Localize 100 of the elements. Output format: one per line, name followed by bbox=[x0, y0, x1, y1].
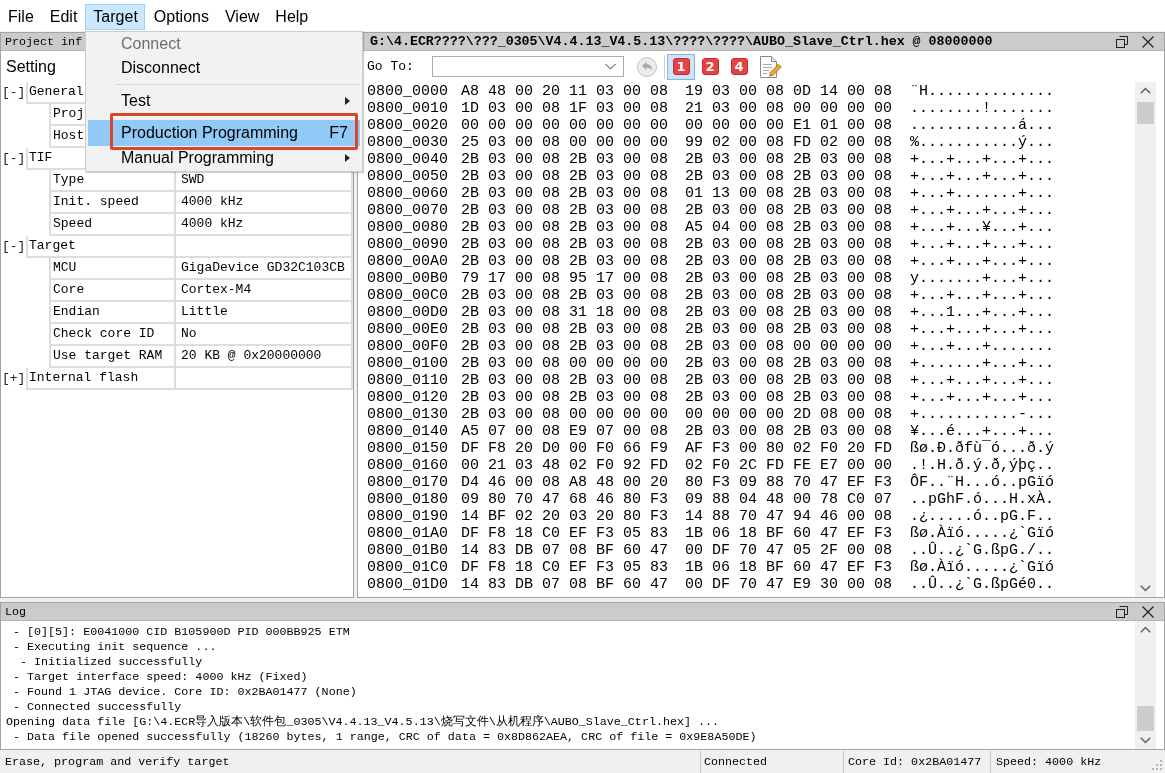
scrollbar-thumb[interactable] bbox=[1137, 706, 1154, 731]
vertical-scrollbar[interactable] bbox=[1135, 82, 1156, 597]
ascii-text: +...+...+...+... bbox=[910, 236, 1055, 253]
hex-bytes: 14 BF 02 20 03 20 80 F3 bbox=[461, 508, 670, 525]
hex-bytes: 21 03 00 08 00 00 00 00 bbox=[685, 100, 894, 117]
vertical-scrollbar[interactable] bbox=[1135, 621, 1156, 749]
hex-bytes: 2B 03 00 08 2B 03 00 08 bbox=[685, 151, 894, 168]
restore-icon[interactable] bbox=[1116, 605, 1128, 618]
hex-bytes: 25 03 00 08 00 00 00 00 bbox=[461, 134, 670, 151]
hex-bytes: 99 02 00 08 FD 02 00 08 bbox=[685, 134, 894, 151]
property-value: GigaDevice GD32C103CB bbox=[180, 259, 345, 277]
ascii-text: ßø.Àïó.....¿`Gïó bbox=[910, 525, 1055, 542]
hex-address: 0800_0140 bbox=[367, 423, 449, 440]
menu-item[interactable]: Target bbox=[85, 4, 145, 30]
caret-right-icon bbox=[345, 154, 350, 162]
hex-bytes: 00 DF 70 47 05 2F 00 08 bbox=[685, 542, 894, 559]
hex-address: 0800_0190 bbox=[367, 508, 449, 525]
hex-bytes: 2B 03 00 08 2B 03 00 08 bbox=[461, 287, 670, 304]
expand-toggle[interactable]: [-] bbox=[1, 82, 26, 104]
menu-item[interactable]: File bbox=[0, 4, 41, 30]
ascii-text: +...+...+...+... bbox=[910, 287, 1055, 304]
property-name: Check core ID bbox=[53, 326, 155, 341]
ascii-text: ¨H.............. bbox=[910, 83, 1055, 100]
ascii-text: +.......+...+... bbox=[910, 355, 1055, 372]
hex-address: 0800_0010 bbox=[367, 100, 449, 117]
chevron-up-icon[interactable] bbox=[1140, 626, 1151, 633]
ascii-text: ¥...é...+...+... bbox=[910, 423, 1055, 440]
hex-bytes: 00 21 03 48 02 F0 92 FD bbox=[461, 457, 670, 474]
hex-address: 0800_0150 bbox=[367, 440, 449, 457]
hex-address: 0800_0160 bbox=[367, 457, 449, 474]
hex-bytes: 09 80 70 47 68 46 80 F3 bbox=[461, 491, 670, 508]
menu-option[interactable]: Manual Programming bbox=[88, 146, 360, 170]
chevron-up-icon[interactable] bbox=[1140, 87, 1151, 94]
ascii-text: +...+...+...+... bbox=[910, 389, 1055, 406]
hex-bytes: 2B 03 00 08 2B 03 00 08 bbox=[685, 372, 894, 389]
hex-bytes: 2B 03 00 08 2B 03 00 08 bbox=[461, 236, 670, 253]
close-icon[interactable] bbox=[1142, 35, 1154, 48]
hex-bytes: 00 DF 70 47 E9 30 00 08 bbox=[685, 576, 894, 593]
hex-bytes: 2B 03 00 08 2B 03 00 08 bbox=[461, 389, 670, 406]
property-value: Cortex-M4 bbox=[180, 281, 252, 299]
log-line: - Found 1 JTAG device. Core ID: 0x2BA01477 (None) bbox=[12, 685, 358, 700]
hex-bytes: DF F8 18 C0 EF F3 05 83 bbox=[461, 525, 670, 542]
menu-item[interactable]: View bbox=[216, 4, 267, 30]
scrollbar-thumb[interactable] bbox=[1137, 102, 1154, 124]
hex-address: 0800_0060 bbox=[367, 185, 449, 202]
menu-item[interactable]: Help bbox=[267, 4, 316, 30]
hex-bytes: 2B 03 00 08 2B 03 00 08 bbox=[461, 321, 670, 338]
hex-address: 0800_00E0 bbox=[367, 321, 449, 338]
hex-address: 0800_0080 bbox=[367, 219, 449, 236]
ascii-text: y.......+...+... bbox=[910, 270, 1055, 287]
hex-bytes: 2B 03 00 08 2B 03 00 08 bbox=[685, 423, 894, 440]
hex-bytes: 00 00 00 00 2D 08 00 08 bbox=[685, 406, 894, 423]
hex-address: 0800_00C0 bbox=[367, 287, 449, 304]
view-button[interactable]: 4 bbox=[725, 53, 753, 80]
ascii-text: +...+...+...+... bbox=[910, 253, 1055, 270]
expand-toggle[interactable]: [-] bbox=[1, 236, 26, 258]
view-button[interactable]: 1 bbox=[667, 53, 695, 80]
hex-bytes: 01 13 00 08 2B 03 00 08 bbox=[685, 185, 894, 202]
property-name: MCU bbox=[53, 260, 77, 275]
property-value: Little bbox=[180, 303, 228, 321]
hex-bytes: A8 48 00 20 11 03 00 08 bbox=[461, 83, 670, 100]
tree-label: Internal flash bbox=[29, 370, 139, 385]
notepad-button[interactable] bbox=[758, 54, 782, 79]
hex-address: 0800_0040 bbox=[367, 151, 449, 168]
expand-toggle[interactable]: [-] bbox=[1, 148, 26, 170]
hex-address: 0800_0130 bbox=[367, 406, 449, 423]
hex-bytes: 2B 03 00 08 2B 03 00 08 bbox=[461, 338, 670, 355]
ascii-text: .!.H.ð.ý.ð,ýþç.. bbox=[910, 457, 1055, 474]
chevron-down-icon[interactable] bbox=[1140, 737, 1151, 744]
chevron-down-icon[interactable] bbox=[1140, 585, 1151, 592]
size-grip-icon[interactable] bbox=[1151, 759, 1163, 771]
column-header: Setting bbox=[6, 57, 56, 76]
notepad-icon bbox=[758, 54, 782, 79]
menu-option[interactable]: Test bbox=[88, 89, 360, 113]
expand-toggle[interactable]: [+] bbox=[1, 368, 26, 390]
close-icon[interactable] bbox=[1142, 605, 1154, 618]
menu-option[interactable]: Disconnect bbox=[88, 56, 360, 80]
hex-bytes: 2B 03 00 08 2B 03 00 08 bbox=[461, 253, 670, 270]
hex-address: 0800_0090 bbox=[367, 236, 449, 253]
hex-address: 0800_0180 bbox=[367, 491, 449, 508]
speed-text: Speed: 4000 kHz bbox=[996, 755, 1102, 769]
view-button[interactable]: 2 bbox=[696, 53, 724, 80]
menu-item[interactable]: Edit bbox=[41, 4, 85, 30]
hex-bytes: 19 03 00 08 0D 14 00 08 bbox=[685, 83, 894, 100]
hex-address: 0800_0100 bbox=[367, 355, 449, 372]
property-value: 4000 kHz bbox=[180, 215, 244, 233]
hex-bytes: A5 04 00 08 2B 03 00 08 bbox=[685, 219, 894, 236]
log-line: - Executing init sequence ... bbox=[12, 640, 218, 655]
restore-icon[interactable] bbox=[1116, 35, 1128, 48]
hex-bytes: 00 00 00 00 E1 01 00 08 bbox=[685, 117, 894, 134]
hex-bytes: 1B 06 18 BF 60 47 EF F3 bbox=[685, 525, 894, 542]
menu-item[interactable]: Options bbox=[145, 4, 216, 30]
hex-address: 0800_00F0 bbox=[367, 338, 449, 355]
hex-bytes: 2B 03 00 08 2B 03 00 08 bbox=[461, 372, 670, 389]
hex-address: 0800_0110 bbox=[367, 372, 449, 389]
property-value: 4000 kHz bbox=[180, 193, 244, 211]
property-value: SWD bbox=[180, 171, 205, 189]
goto-label: Go To: bbox=[367, 59, 415, 74]
hex-bytes: 2B 03 00 08 2B 03 00 08 bbox=[461, 151, 670, 168]
hex-address: 0800_00D0 bbox=[367, 304, 449, 321]
